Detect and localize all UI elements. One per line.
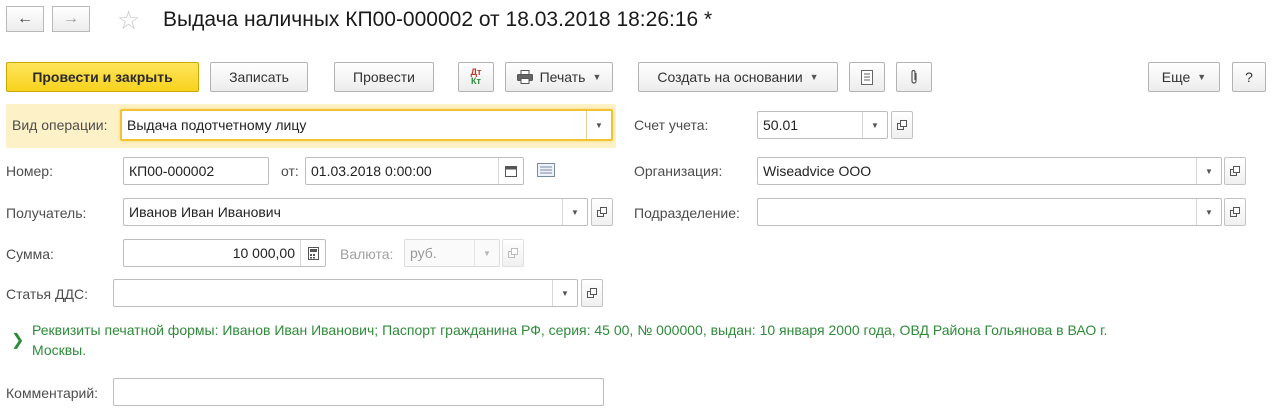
report-button[interactable]	[849, 62, 885, 92]
organization-select[interactable]: Wiseadvice ООО ▼	[757, 157, 1222, 185]
open-icon	[587, 288, 597, 298]
page-title: Выдача наличных КП00-000002 от 18.03.201…	[163, 8, 713, 31]
dds-label: Статья ДДС:	[6, 286, 88, 302]
currency-open-button	[502, 239, 524, 267]
open-icon	[508, 248, 518, 258]
number-label: Номер:	[6, 163, 53, 179]
currency-label: Валюта:	[340, 246, 394, 262]
open-icon	[897, 120, 907, 130]
arrow-right-icon: →	[63, 10, 79, 27]
account-open-button[interactable]	[891, 111, 913, 139]
sum-label: Сумма:	[6, 246, 54, 262]
dt-kt-icon: Дт Кт	[470, 67, 482, 86]
history-icon[interactable]	[537, 163, 555, 180]
star-icon[interactable]: ☆	[117, 7, 140, 33]
back-button[interactable]: ←	[6, 6, 44, 32]
chevron-down-icon: ▼	[1197, 72, 1207, 82]
account-select[interactable]: 50.01 ▼	[757, 111, 888, 139]
organization-label: Организация:	[634, 163, 723, 179]
post-and-close-button[interactable]: Провести и закрыть	[6, 62, 199, 92]
save-button[interactable]: Записать	[210, 62, 308, 92]
organization-open-button[interactable]	[1224, 157, 1246, 185]
number-field[interactable]: КП00-000002	[123, 157, 269, 185]
recipient-select[interactable]: Иванов Иван Иванович ▼	[123, 198, 588, 226]
arrow-left-icon: ←	[17, 10, 33, 27]
create-based-on-button[interactable]: Создать на основании ▼	[638, 62, 838, 92]
document-icon	[861, 69, 873, 85]
currency-select: руб. ▼	[404, 239, 500, 267]
more-button[interactable]: Еще ▼	[1148, 62, 1220, 92]
operation-select[interactable]: Выдача подотчетному лицу ▼	[120, 109, 613, 141]
account-label: Счет учета:	[634, 117, 709, 133]
chevron-down-icon[interactable]: ▼	[552, 280, 577, 306]
sum-field[interactable]: 10 000,00	[123, 239, 326, 267]
calculator-icon[interactable]	[300, 240, 325, 266]
dds-select[interactable]: ▼	[113, 279, 578, 307]
comment-label: Комментарий:	[6, 385, 99, 401]
chevron-right-icon[interactable]: ❯	[11, 330, 24, 350]
division-select[interactable]: ▼	[757, 198, 1222, 226]
dt-kt-button[interactable]: Дт Кт	[458, 62, 494, 92]
open-icon	[597, 207, 607, 217]
chevron-down-icon[interactable]: ▼	[1196, 158, 1221, 184]
chevron-down-icon: ▼	[592, 72, 602, 82]
dds-open-button[interactable]	[581, 279, 603, 307]
date-field[interactable]: 01.03.2018 0:00:00	[305, 157, 524, 185]
print-requisites-link[interactable]: Реквизиты печатной формы: Иванов Иван Ив…	[32, 320, 1112, 360]
chevron-down-icon: ▼	[474, 240, 499, 266]
paperclip-icon	[911, 69, 917, 84]
comment-field[interactable]	[113, 378, 604, 406]
date-label: от:	[281, 163, 299, 179]
recipient-open-button[interactable]	[591, 198, 613, 226]
help-button[interactable]: ?	[1232, 62, 1266, 92]
open-icon	[1230, 207, 1240, 217]
print-button[interactable]: Печать ▼	[505, 62, 613, 92]
division-open-button[interactable]	[1224, 198, 1246, 226]
division-label: Подразделение:	[634, 205, 740, 221]
operation-label: Вид операции:	[12, 117, 108, 133]
chevron-down-icon[interactable]: ▼	[586, 111, 611, 139]
chevron-down-icon[interactable]: ▼	[1196, 199, 1221, 225]
chevron-down-icon[interactable]: ▼	[562, 199, 587, 225]
post-button[interactable]: Провести	[334, 62, 434, 92]
attach-button[interactable]	[896, 62, 932, 92]
recipient-label: Получатель:	[6, 205, 87, 221]
chevron-down-icon[interactable]: ▼	[862, 112, 887, 138]
calendar-icon[interactable]	[498, 158, 523, 184]
chevron-down-icon: ▼	[809, 72, 819, 82]
forward-button[interactable]: →	[52, 6, 90, 32]
printer-icon	[516, 70, 533, 84]
open-icon	[1230, 166, 1240, 176]
